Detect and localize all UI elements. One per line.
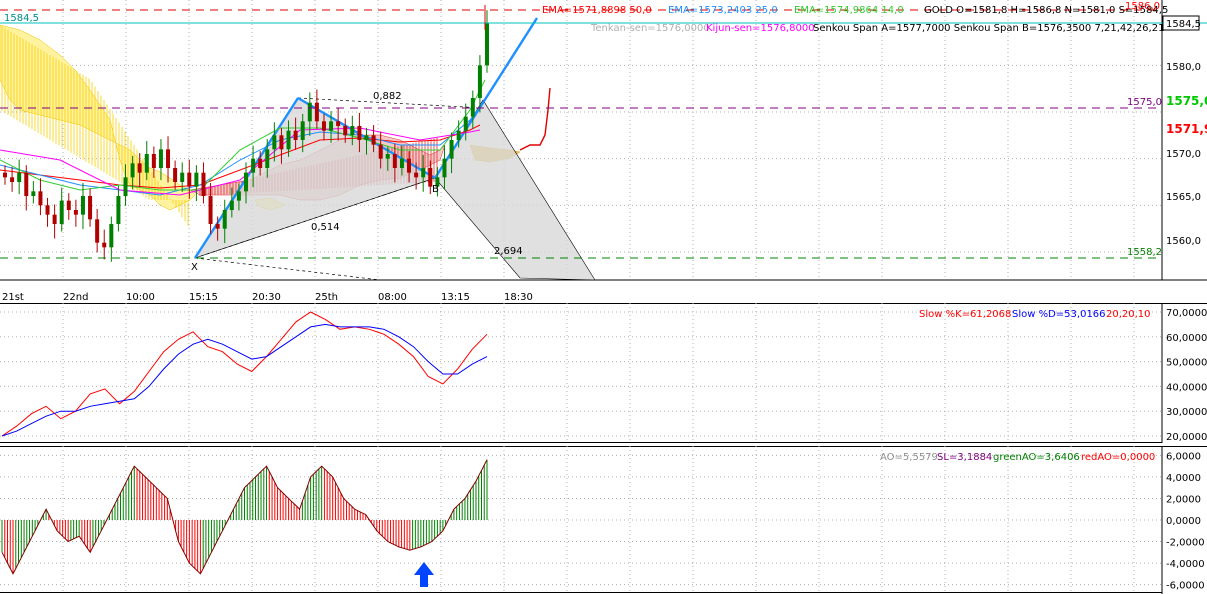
ao-axis-label: 0,0000 <box>1166 516 1201 527</box>
price-label-current: 1584,5 <box>1166 19 1201 30</box>
ao-legend-green: greenAO=3,6406 <box>993 452 1080 463</box>
up-arrow-icon <box>414 562 434 587</box>
time-label: 20:30 <box>252 292 281 302</box>
stoch-legend-d: Slow %D=53,0166 <box>1012 309 1106 320</box>
price-label-1570: 1570,0 <box>1166 149 1201 160</box>
pattern-triangle-xab <box>194 97 436 259</box>
time-label: 22nd <box>63 292 88 302</box>
price-label-1560: 1560,0 <box>1166 236 1201 247</box>
ao-axis-label: 4,0000 <box>1166 473 1201 484</box>
price-label-1558: 1558,2 <box>1127 247 1162 258</box>
stoch-axis-label: 30,0000 <box>1166 407 1207 418</box>
awesome-oscillator-chart[interactable]: AO=5,5579 SL=3,1884 greenAO=3,6406 redAO… <box>0 446 1207 594</box>
time-label: 15:15 <box>189 292 218 302</box>
stoch-axis-label: 50,0000 <box>1166 358 1207 369</box>
time-label: 13:15 <box>441 292 470 302</box>
candle <box>102 229 107 260</box>
legend-tenkan: Tenkan-sen=1576,0000 <box>590 23 710 34</box>
candle <box>116 185 121 232</box>
candle <box>201 162 206 204</box>
price-label-1575-mark: 1575,0 <box>1127 97 1162 108</box>
candle <box>109 216 114 262</box>
top-left-price: 1584,5 <box>4 13 39 24</box>
legend-ema50: EMA=1571,8898 50,0 <box>542 5 652 16</box>
candle <box>17 159 22 195</box>
ao-legend-ao: AO=5,5579 <box>880 452 938 463</box>
candle <box>485 10 489 73</box>
legend-senkou: Senkou Span A=1577,7000 Senkou Span B=15… <box>813 23 1164 34</box>
stoch-axis-label: 70,0000 <box>1166 308 1207 319</box>
price-axis: 1584,5 1580,0 1575,0 1575,0 1571,9 1570,… <box>1127 15 1207 258</box>
price-label-1571: 1571,9 <box>1166 122 1207 136</box>
price-label-1575: 1575,0 <box>1166 94 1207 108</box>
ao-axis-label: 6,0000 <box>1166 451 1201 462</box>
stoch-k-line <box>1 311 488 437</box>
stoch-legend-params: 20,20,10 <box>1106 309 1151 320</box>
legend-ema14: EMA=1574,9864 14,0 <box>794 5 904 16</box>
ao-legend-sl: SL=3,1884 <box>937 452 992 463</box>
candle <box>73 199 78 227</box>
time-axis: 21st 22nd 10:00 15:15 20:30 25th 08:00 1… <box>2 292 533 302</box>
candle <box>3 165 7 185</box>
candle <box>88 188 93 227</box>
candle <box>38 178 43 216</box>
ao-axis-label: -6,0000 <box>1166 581 1205 592</box>
ao-legend-red: redAO=0,0000 <box>1081 452 1155 463</box>
price-label-1580: 1580,0 <box>1166 62 1201 73</box>
pattern-label-x: X <box>191 262 198 273</box>
chikou-line <box>519 87 551 151</box>
legend-kijun: Kijun-sen=1576,8000 <box>706 23 815 34</box>
candle <box>66 193 71 220</box>
candle <box>194 165 199 202</box>
stoch-legend-k: Slow %K=61,2068 <box>919 309 1011 320</box>
price-grid <box>0 0 1162 280</box>
price-chart[interactable]: EMA=1571,8898 50,0 EMA=1573,2403 25,0 EM… <box>0 0 1207 302</box>
candle <box>10 167 15 192</box>
stoch-axis-label: 40,0000 <box>1166 382 1207 393</box>
pattern-label-b: B <box>432 184 439 195</box>
ao-axis: 6,0000 4,0000 2,0000 0,0000 -2,0000 -4,0000 -6… <box>1166 451 1205 591</box>
candle <box>45 197 50 227</box>
stoch-d-line <box>1 323 488 437</box>
time-label: 21st <box>2 292 24 302</box>
pattern-ratio-1: 0,882 <box>373 91 402 102</box>
stoch-axis-label: 20,0000 <box>1166 432 1207 443</box>
time-label: 18:30 <box>504 292 533 302</box>
candle <box>52 204 57 239</box>
ao-axis-label: 2,0000 <box>1166 494 1201 505</box>
time-label: 25th <box>315 292 338 302</box>
ao-axis-label: -2,0000 <box>1166 538 1205 549</box>
ao-axis-label: -4,0000 <box>1166 559 1205 570</box>
time-label: 08:00 <box>378 292 407 302</box>
candle <box>95 209 100 253</box>
stoch-axis: 70,0000 60,0000 50,0000 40,0000 30,0000 20,00… <box>1166 308 1207 443</box>
legend-ema25: EMA=1573,2403 25,0 <box>668 5 778 16</box>
price-label-1565: 1565,0 <box>1166 192 1201 203</box>
stoch-axis-label: 60,0000 <box>1166 333 1207 344</box>
pattern-ratio-3: 2,694 <box>494 246 523 257</box>
candle <box>31 181 36 204</box>
legend-corner-price: 1586,0 <box>1125 1 1160 12</box>
stochastic-chart[interactable]: Slow %K=61,2068 Slow %D=53,0166 20,20,10… <box>0 303 1207 443</box>
candle <box>166 136 171 183</box>
pattern-ratio-2: 0,514 <box>311 222 340 233</box>
time-label: 10:00 <box>126 292 155 302</box>
